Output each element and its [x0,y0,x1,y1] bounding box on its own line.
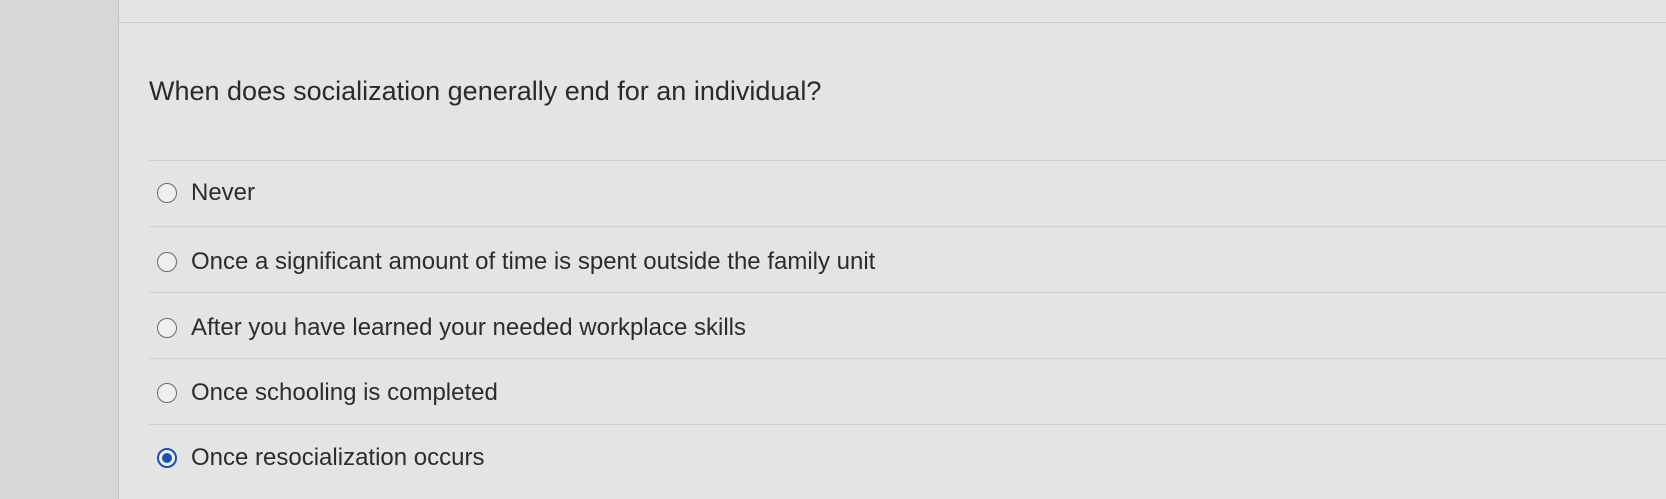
option-divider [149,226,1666,227]
radio-button-selected[interactable] [157,448,177,468]
option-workplace-skills[interactable]: After you have learned your needed workp… [157,311,746,345]
option-divider [149,292,1666,293]
option-label: Once resocialization occurs [191,444,485,471]
option-divider [149,160,1666,161]
radio-button[interactable] [157,318,177,338]
radio-button[interactable] [157,383,177,403]
option-time-outside-family[interactable]: Once a significant amount of time is spe… [157,245,875,279]
option-resocialization[interactable]: Once resocialization occurs [157,441,484,475]
option-label: Once schooling is completed [191,379,498,406]
option-schooling-completed[interactable]: Once schooling is completed [157,376,498,410]
radio-button[interactable] [157,252,177,272]
option-never[interactable]: Never [157,176,255,210]
question-text: When does socialization generally end fo… [149,76,822,106]
question-card: When does socialization generally end fo… [119,0,1666,499]
option-divider [149,358,1666,359]
top-divider [119,22,1666,23]
radio-button[interactable] [157,183,177,203]
option-label: After you have learned your needed workp… [191,314,746,341]
option-label: Never [191,179,256,206]
option-label: Once a significant amount of time is spe… [191,248,876,275]
option-divider [149,424,1666,425]
radio-dot-icon [162,453,172,463]
left-margin-strip [0,0,119,499]
